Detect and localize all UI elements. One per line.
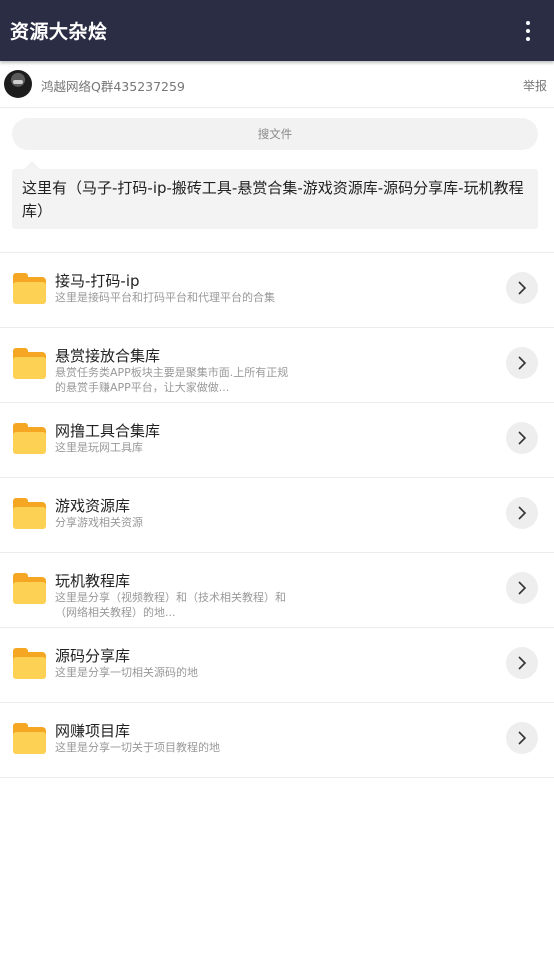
- chevron-right-icon[interactable]: [506, 722, 538, 754]
- owner-name[interactable]: 鸿越网络Q群435237259: [41, 76, 185, 95]
- folder-list: 接马-打码-ip 这里是接码平台和打码平台和代理平台的合集 悬赏接放合集库 悬赏…: [0, 252, 554, 778]
- folder-title: 接马-打码-ip: [55, 272, 140, 290]
- folder-row[interactable]: 网撸工具合集库 这里是玩网工具库: [0, 403, 554, 478]
- chevron-right-icon[interactable]: [506, 572, 538, 604]
- folder-subtitle: 这里是接码平台和打码平台和代理平台的合集: [55, 291, 275, 304]
- folder-title: 游戏资源库: [55, 497, 131, 515]
- folder-icon: [13, 723, 46, 754]
- description-text: 这里有（马子-打码-ip-搬砖工具-悬赏合集-游戏资源库-源码分享库-玩机教程库…: [22, 179, 524, 220]
- folder-icon: [13, 423, 46, 454]
- chevron-right-icon[interactable]: [506, 647, 538, 679]
- search-input[interactable]: 搜文件: [12, 118, 538, 150]
- folder-row[interactable]: 网赚项目库 这里是分享一切关于项目教程的地: [0, 703, 554, 778]
- folder-subtitle: 分享游戏相关资源: [55, 516, 143, 529]
- folder-row[interactable]: 源码分享库 这里是分享一切相关源码的地: [0, 628, 554, 703]
- folder-icon: [13, 273, 46, 304]
- search-placeholder: 搜文件: [257, 127, 293, 141]
- folder-icon: [13, 348, 46, 379]
- app-bar: 资源大杂烩: [0, 0, 554, 61]
- description-box: 这里有（马子-打码-ip-搬砖工具-悬赏合集-游戏资源库-源码分享库-玩机教程库…: [12, 161, 538, 229]
- folder-row[interactable]: 玩机教程库 这里是分享（视频教程）和（技术相关教程）和（网络相关教程）的地...: [0, 553, 554, 628]
- folder-subtitle: 悬赏任务类APP板块主要是聚集市面.上所有正规的悬赏手赚APP平台，让大家做做.…: [55, 366, 289, 394]
- folder-row[interactable]: 游戏资源库 分享游戏相关资源: [0, 478, 554, 553]
- folder-title: 悬赏接放合集库: [55, 347, 161, 365]
- folder-title: 网撸工具合集库: [55, 422, 161, 440]
- folder-icon: [13, 648, 46, 679]
- folder-icon: [13, 498, 46, 529]
- folder-subtitle: 这里是玩网工具库: [55, 441, 143, 454]
- chevron-right-icon[interactable]: [506, 347, 538, 379]
- chevron-right-icon[interactable]: [506, 497, 538, 529]
- folder-title: 玩机教程库: [55, 572, 131, 590]
- folder-row[interactable]: 悬赏接放合集库 悬赏任务类APP板块主要是聚集市面.上所有正规的悬赏手赚APP平…: [0, 328, 554, 403]
- folder-title: 网赚项目库: [55, 722, 131, 740]
- more-vert-icon[interactable]: [516, 18, 540, 44]
- avatar[interactable]: [4, 70, 32, 98]
- report-button[interactable]: 举报: [523, 77, 547, 94]
- chevron-right-icon[interactable]: [506, 422, 538, 454]
- folder-subtitle: 这里是分享一切关于项目教程的地: [55, 741, 220, 754]
- owner-row: 鸿越网络Q群435237259 举报: [0, 61, 554, 108]
- folder-title: 源码分享库: [55, 647, 131, 665]
- folder-icon: [13, 573, 46, 604]
- folder-subtitle: 这里是分享（视频教程）和（技术相关教程）和（网络相关教程）的地...: [55, 591, 286, 619]
- page-title: 资源大杂烩: [10, 21, 108, 43]
- folder-row[interactable]: 接马-打码-ip 这里是接码平台和打码平台和代理平台的合集: [0, 253, 554, 328]
- folder-subtitle: 这里是分享一切相关源码的地: [55, 666, 198, 679]
- chevron-right-icon[interactable]: [506, 272, 538, 304]
